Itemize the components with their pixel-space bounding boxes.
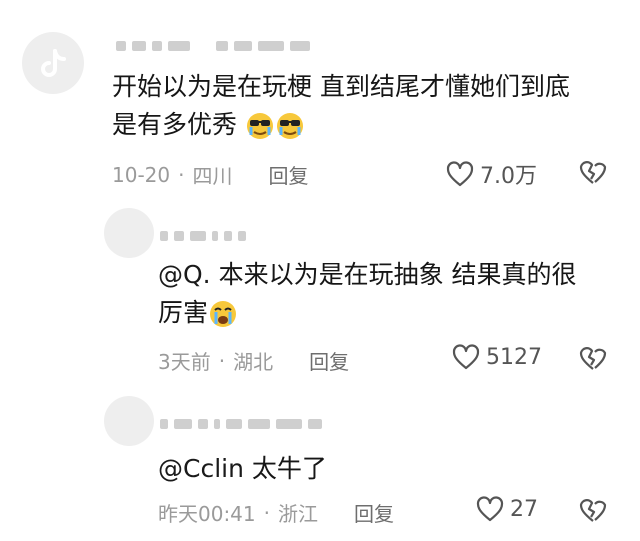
- heart-icon: [476, 496, 504, 522]
- separator: ·: [178, 162, 185, 187]
- like-count: 27: [510, 496, 538, 522]
- comment-text: @Q. 本来以为是在玩抽象 结果真的很 厉害: [158, 260, 577, 327]
- comment-date: 10-20: [112, 162, 171, 187]
- reply-button[interactable]: 回复: [268, 160, 308, 189]
- comment-location: 浙江: [278, 502, 318, 526]
- like-button[interactable]: 5127: [452, 344, 542, 370]
- avatar[interactable]: [104, 396, 154, 446]
- separator: ·: [218, 348, 226, 373]
- broken-heart-icon[interactable]: [578, 496, 608, 524]
- avatar[interactable]: [104, 208, 154, 258]
- like-count: 7.0万: [480, 164, 537, 189]
- reply-button[interactable]: 回复: [354, 498, 394, 527]
- comment-meta: 3天前 · 湖北 回复: [158, 346, 349, 375]
- comment-text: 开始以为是在玩梗 直到结尾才懂她们到底 是有多优秀: [112, 72, 570, 139]
- comment-meta: 10-20 · 四川 回复: [112, 160, 308, 189]
- tiktok-logo-icon: [41, 49, 66, 77]
- comment-location: 四川: [192, 164, 233, 188]
- comment-meta: 昨天00:41 · 浙江 回复: [158, 498, 394, 527]
- like-count: 5127: [486, 344, 542, 370]
- separator: ·: [263, 500, 270, 525]
- broken-heart-icon[interactable]: [578, 344, 608, 372]
- cool-crying-emoji-icon: [246, 113, 273, 139]
- comment-date: 昨天00:41: [158, 502, 256, 526]
- comment-location: 湖北: [233, 350, 274, 374]
- mention-link[interactable]: @Cclin: [158, 454, 244, 483]
- heart-icon: [452, 344, 480, 370]
- username-blurred[interactable]: [160, 226, 246, 246]
- broken-heart-icon[interactable]: [578, 158, 608, 186]
- reply-button[interactable]: 回复: [309, 346, 349, 375]
- heart-icon: [446, 161, 474, 187]
- comment-date: 3天前: [158, 350, 211, 374]
- cool-crying-emoji-icon: [276, 113, 303, 139]
- mention-link[interactable]: @Q.: [158, 260, 211, 289]
- avatar[interactable]: [22, 32, 84, 94]
- like-button[interactable]: 7.0万: [446, 158, 537, 190]
- comment-text: @Cclin 太牛了: [158, 454, 327, 483]
- username-blurred[interactable]: [116, 36, 310, 56]
- like-button[interactable]: 27: [476, 496, 538, 522]
- username-blurred[interactable]: [160, 414, 322, 434]
- crying-emoji-icon: [210, 301, 237, 327]
